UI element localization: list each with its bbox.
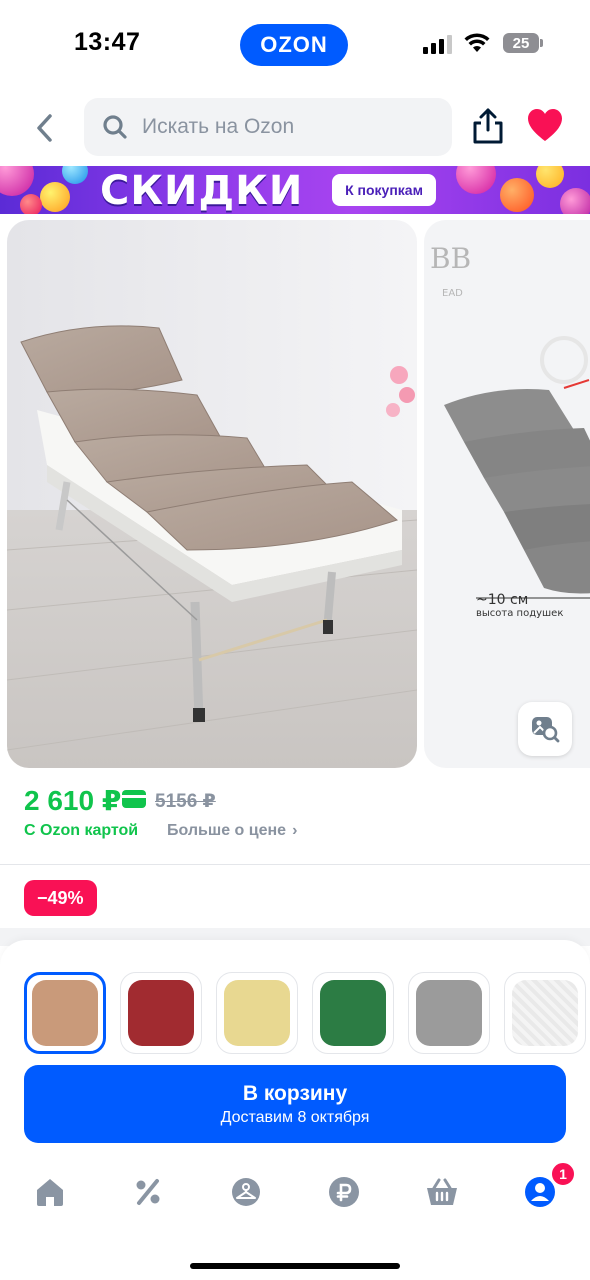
color-swatch[interactable]: [504, 972, 586, 1054]
current-price: 2 610 ₽: [24, 785, 122, 816]
ozon-app-pill[interactable]: OZON: [240, 24, 348, 66]
divider: [0, 864, 590, 865]
wifi-icon: [464, 33, 490, 52]
old-price: 5156 ₽: [155, 791, 216, 812]
color-swatch[interactable]: [24, 972, 106, 1054]
color-chip: [512, 980, 578, 1046]
color-chip: [320, 980, 386, 1046]
chevron-left-icon: [37, 114, 52, 142]
tab-fresh[interactable]: [224, 1170, 268, 1214]
color-chip: [224, 980, 290, 1046]
color-swatch[interactable]: [408, 972, 490, 1054]
product-image-main[interactable]: [7, 220, 417, 768]
banner-button[interactable]: К покупкам: [332, 174, 436, 206]
color-swatch[interactable]: [216, 972, 298, 1054]
tab-cart[interactable]: [420, 1170, 464, 1214]
product-image-second[interactable]: BB EAD ~10 см высота подушек: [424, 220, 590, 768]
share-icon[interactable]: [470, 106, 506, 146]
more-price-label: Больше о цене: [167, 822, 287, 839]
signal-icon: [423, 34, 453, 54]
color-chip: [128, 980, 194, 1046]
search-icon: [103, 115, 127, 139]
svg-text:~10 см: ~10 см: [476, 592, 528, 608]
cart-button-label: В корзину: [242, 1081, 348, 1105]
hanger-icon: [232, 1178, 260, 1206]
color-swatch[interactable]: [120, 972, 202, 1054]
svg-text:высота подушек: высота подушек: [476, 608, 563, 619]
heart-icon[interactable]: [527, 108, 563, 144]
color-chip: [416, 980, 482, 1046]
status-time: 13:47: [74, 28, 141, 56]
add-to-cart-button[interactable]: В корзину Доставим 8 октября: [24, 1065, 566, 1143]
gray-pillow-image: BB EAD ~10 см высота подушек: [430, 242, 590, 619]
ruble-icon: [329, 1177, 359, 1207]
tab-finance[interactable]: [322, 1170, 366, 1214]
battery-icon: 25: [503, 33, 539, 53]
promo-banner[interactable]: СКИДКИ К покупкам: [0, 166, 590, 214]
visual-search-button[interactable]: [518, 702, 572, 756]
tab-home[interactable]: [28, 1170, 72, 1214]
basket-icon: [427, 1178, 457, 1205]
home-indicator: [190, 1263, 400, 1269]
color-swatch[interactable]: [312, 972, 394, 1054]
color-chip: [32, 980, 98, 1046]
profile-notification-badge: 1: [550, 1161, 576, 1187]
banner-title: СКИДКИ: [100, 168, 304, 214]
status-bar: 13:47 OZON 25: [0, 0, 590, 90]
home-icon: [37, 1179, 63, 1206]
massage-table-pillow-image: [7, 220, 417, 768]
ozon-card-icon: [122, 790, 146, 808]
image-search-icon: [532, 717, 560, 743]
battery-tip: [540, 39, 543, 47]
chevron-right-icon: ›: [292, 822, 298, 839]
discount-badge: −49%: [24, 880, 97, 916]
svg-text:EAD: EAD: [442, 288, 463, 299]
back-button[interactable]: [26, 108, 62, 148]
delivery-date: Доставим 8 октября: [220, 1108, 370, 1126]
percent-icon: [136, 1179, 160, 1205]
more-price-link[interactable]: Больше о цене ›: [167, 822, 297, 840]
search-bar[interactable]: [84, 98, 452, 156]
svg-text:BB: BB: [430, 242, 471, 275]
ozon-card-label: С Ozon картой: [24, 822, 139, 839]
search-input[interactable]: [142, 115, 432, 139]
tab-discounts[interactable]: [126, 1170, 170, 1214]
